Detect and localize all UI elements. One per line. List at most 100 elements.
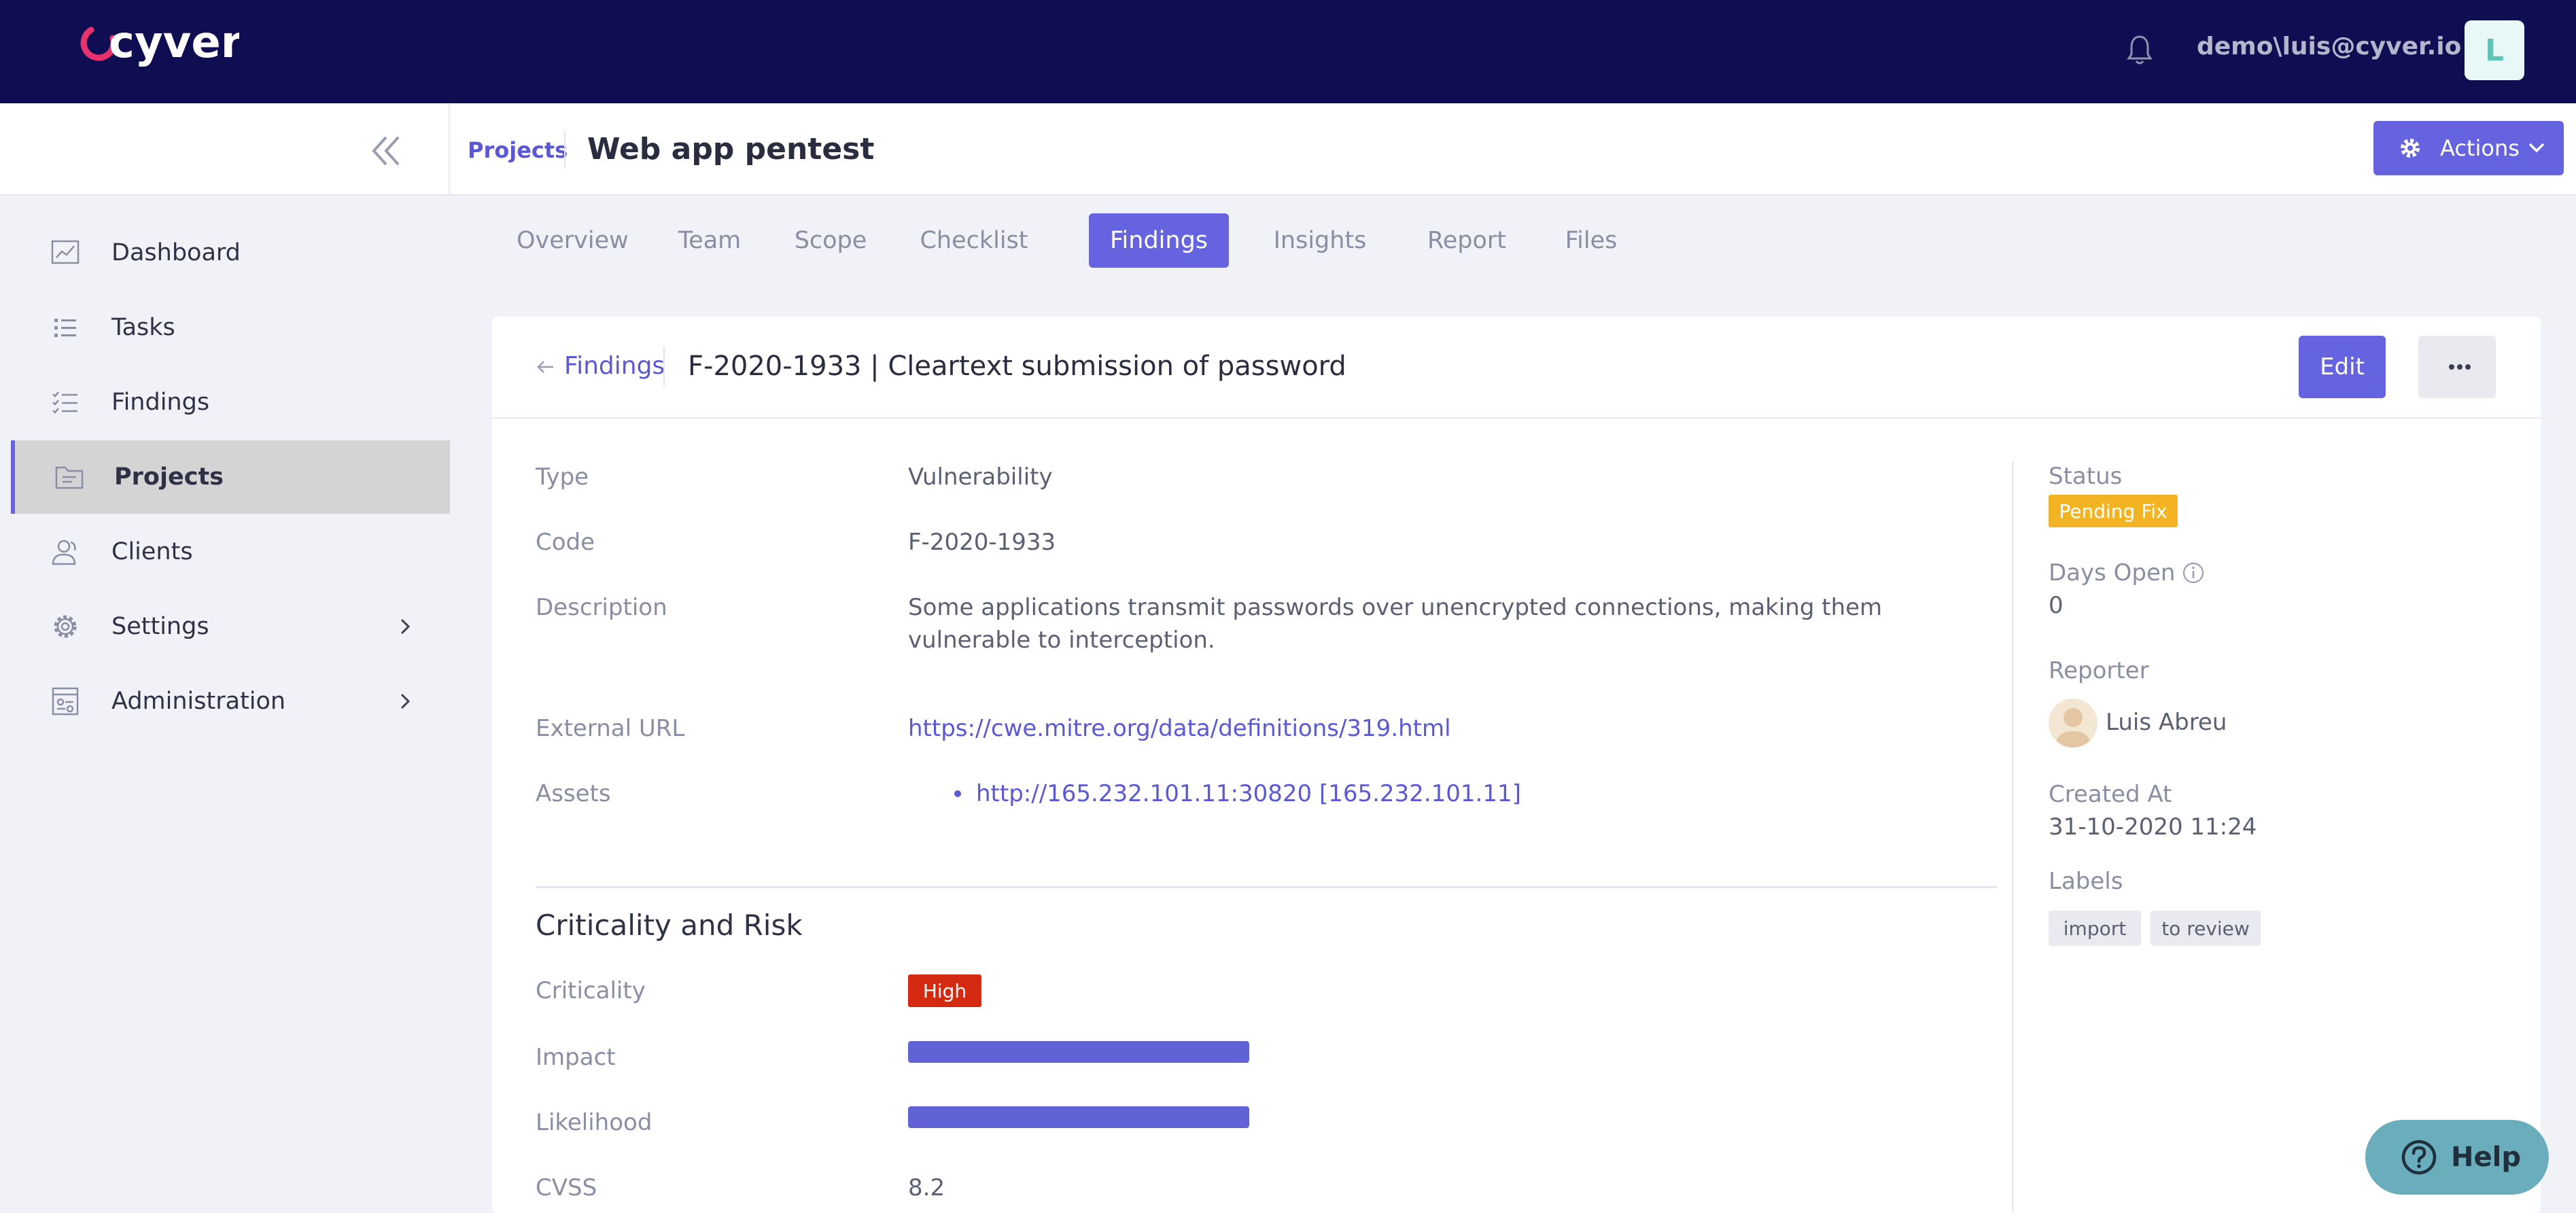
asset-link[interactable]: http://165.232.101.11:30820 [165.232.101… [976, 777, 1521, 810]
sidebar-item-label: Projects [114, 463, 224, 491]
actions-label: Actions [2440, 135, 2520, 161]
sidebar-item-label: Tasks [111, 314, 175, 341]
more-dot [2457, 364, 2462, 370]
back-to-findings-link[interactable]: Findings [536, 349, 665, 383]
tab-report[interactable]: Report [1419, 213, 1514, 268]
gear-icon [54, 615, 77, 638]
list-icon [54, 319, 76, 337]
label-chip[interactable]: to review [2151, 911, 2261, 946]
section-divider [536, 886, 1997, 888]
description-value: Some applications transmit passwords ove… [908, 594, 1883, 654]
more-dot [2449, 364, 2454, 370]
sidebar-item-settings[interactable]: Settings [11, 590, 450, 663]
asset-bullet [954, 790, 961, 797]
info-icon[interactable] [2182, 561, 2205, 584]
impact-bar-fill [908, 1041, 1249, 1063]
users-icon [52, 540, 76, 565]
user-avatar[interactable]: L [2465, 20, 2524, 80]
code-label: Code [536, 529, 595, 556]
tab-insights[interactable]: Insights [1267, 213, 1373, 268]
top-bar: cyver demo\luis@cyver.io L [0, 0, 2576, 103]
likelihood-bar [908, 1106, 1249, 1128]
breadcrumb-separator [564, 130, 565, 169]
checklist-icon [52, 391, 77, 414]
logo-text: cyver [109, 18, 239, 68]
person-icon [2055, 708, 2091, 748]
actions-button[interactable]: Actions [2373, 121, 2564, 175]
cvss-label: CVSS [536, 1174, 597, 1201]
tab-files[interactable]: Files [1554, 213, 1629, 268]
description-label: Description [536, 594, 667, 621]
status-badge: Pending Fix [2049, 495, 2178, 527]
notification-bell-icon[interactable] [2126, 34, 2153, 65]
chevron-right-icon [400, 693, 411, 709]
breadcrumb-projects[interactable]: Projects [468, 135, 568, 166]
question-icon [2401, 1140, 2437, 1175]
project-header: Projects Web app pentest Actions [0, 103, 2576, 196]
impact-label: Impact [536, 1044, 616, 1071]
gear-icon [2401, 139, 2420, 158]
tab-findings[interactable]: Findings [1089, 213, 1229, 268]
edit-button[interactable]: Edit [2299, 336, 2386, 398]
folder-icon [55, 466, 84, 489]
sidebar-item-label: Settings [111, 613, 209, 640]
sidebar-item-administration[interactable]: Administration [11, 665, 450, 738]
sidebar-item-label: Dashboard [111, 239, 241, 266]
page-title: Web app pentest [587, 132, 875, 166]
help-button[interactable]: Help [2365, 1120, 2549, 1195]
criticality-section-title: Criticality and Risk [536, 909, 803, 942]
more-options-button[interactable] [2418, 336, 2496, 398]
cyver-logo[interactable]: cyver [76, 15, 239, 72]
sidebar-item-clients[interactable]: Clients [11, 515, 450, 588]
reporter-avatar [2049, 699, 2098, 748]
external-url-link[interactable]: https://cwe.mitre.org/data/definitions/3… [908, 712, 1451, 745]
type-value: Vulnerability [908, 463, 1053, 491]
likelihood-label: Likelihood [536, 1109, 652, 1136]
admin-icon [52, 687, 79, 716]
sidebar-item-label: Clients [111, 538, 193, 565]
labels-label: Labels [2049, 868, 2123, 895]
created-at-label: Created At [2049, 781, 2172, 808]
criticality-badge: High [908, 974, 981, 1007]
label-chip[interactable]: import [2049, 911, 2141, 946]
back-link-label: Findings [564, 352, 665, 380]
sidebar-item-tasks[interactable]: Tasks [11, 291, 450, 364]
user-account-label[interactable]: demo\luis@cyver.io [2197, 31, 2461, 63]
sidebar-item-findings[interactable]: Findings [11, 366, 450, 439]
tab-team[interactable]: Team [672, 213, 748, 268]
assets-label: Assets [536, 780, 611, 807]
more-dot [2465, 364, 2471, 370]
chevron-down-icon [2528, 143, 2545, 153]
sidebar-item-label: Administration [111, 688, 286, 715]
sidebar: Dashboard Tasks Findings Projects Client… [0, 197, 450, 1213]
criticality-label: Criticality [536, 977, 646, 1004]
sidebar-item-projects[interactable]: Projects [11, 440, 450, 514]
created-at-value: 31-10-2020 11:24 [2049, 813, 2257, 841]
likelihood-bar-fill [908, 1106, 1249, 1128]
tab-overview[interactable]: Overview [517, 213, 629, 268]
chart-icon [51, 240, 80, 264]
status-label: Status [2049, 463, 2123, 490]
collapse-sidebar-icon[interactable] [367, 132, 408, 170]
panel-divider [2012, 461, 2013, 1213]
finding-header: Findings F-2020-1933 | Cleartext submiss… [492, 317, 2541, 419]
external-url-label: External URL [536, 715, 685, 742]
sidebar-item-dashboard[interactable]: Dashboard [11, 216, 450, 289]
arrow-left-icon [537, 361, 553, 373]
type-label: Type [536, 463, 589, 491]
reporter-name: Luis Abreu [2106, 709, 2227, 736]
code-value: F-2020-1933 [908, 529, 1056, 556]
finding-title: F-2020-1933 | Cleartext submission of pa… [688, 351, 1346, 382]
days-open-label: Days Open [2049, 559, 2176, 586]
header-separator [663, 347, 665, 386]
help-label: Help [2451, 1142, 2521, 1173]
header-divider [449, 103, 450, 196]
days-open-value: 0 [2049, 592, 2064, 619]
sidebar-item-label: Findings [111, 389, 210, 416]
impact-bar [908, 1041, 1249, 1063]
tab-checklist[interactable]: Checklist [916, 213, 1032, 268]
finding-detail-card: Findings F-2020-1933 | Cleartext submiss… [492, 317, 2541, 1213]
chevron-right-icon [400, 618, 411, 635]
reporter-label: Reporter [2049, 657, 2149, 684]
tab-scope[interactable]: Scope [790, 213, 871, 268]
